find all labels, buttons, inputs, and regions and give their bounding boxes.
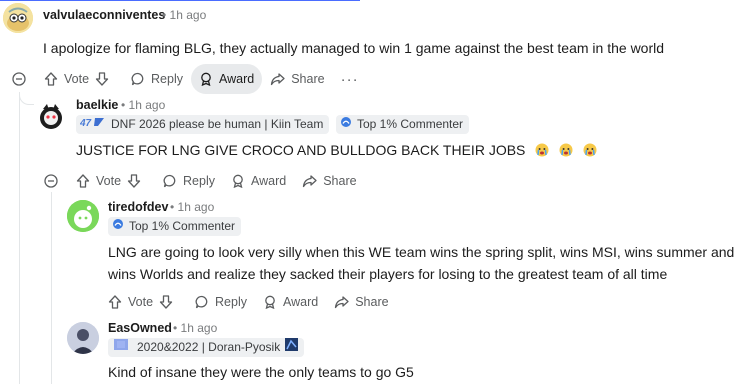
crying-emoji-icon (583, 141, 597, 163)
comment-timestamp: • 1h ago (173, 321, 218, 335)
team-logo-icon (112, 338, 132, 357)
comment-actions: Vote Reply Award Share (68, 166, 365, 196)
comment-body: I apologize for flaming BLG, they actual… (43, 40, 665, 56)
top-commenter-icon (340, 115, 352, 134)
username[interactable]: tiredofdev (108, 200, 168, 214)
avatar[interactable] (3, 3, 33, 33)
collapse-thread-icon[interactable] (44, 174, 58, 188)
reply-button[interactable]: Reply (155, 166, 223, 196)
snoo-avatar-icon (3, 3, 33, 33)
username[interactable]: EasOwned (108, 321, 172, 335)
share-icon (335, 296, 349, 309)
player-emblem-icon (285, 338, 299, 357)
collapse-thread-icon[interactable] (12, 72, 26, 86)
vote-label: Vote (64, 72, 90, 86)
award-button[interactable]: Award (191, 64, 263, 94)
reply-button[interactable]: Reply (123, 64, 191, 94)
comment-timestamp: • 1h ago (170, 200, 215, 214)
comment-body-line: LNG are going to look very silly when th… (108, 244, 735, 260)
flair-text: 2020&2022 | Doran-Pyosik (137, 340, 281, 354)
comment-actions: Vote Reply Award Share (100, 287, 397, 317)
share-button[interactable]: Share (294, 166, 364, 196)
share-icon (271, 73, 285, 86)
upvote-icon[interactable] (108, 295, 122, 309)
comment-body: JUSTICE FOR LNG GIVE CROCO AND BULLDOG B… (76, 139, 597, 163)
share-icon (303, 175, 317, 188)
vote-control: Vote (68, 166, 155, 196)
thread-line-1 (19, 92, 20, 384)
top-commenter-icon (112, 217, 124, 236)
svg-text:47: 47 (80, 118, 92, 128)
team-logo-icon: 47 (79, 115, 106, 134)
top-commenter-badge: Top 1% Commenter (108, 217, 242, 236)
comment-actions: Vote Reply Award Share ··· (36, 64, 367, 94)
profile-photo-icon (67, 322, 99, 354)
vote-label: Vote (96, 174, 122, 188)
crying-emoji-icon (535, 141, 549, 163)
top-accent-line (0, 0, 360, 1)
vote-control: Vote (100, 287, 187, 317)
flair-text: DNF 2026 please be human | Kiin Team (111, 117, 324, 131)
username[interactable]: valvulaeconniventes (43, 8, 165, 22)
comment-timestamp: • 1h ago (162, 8, 207, 22)
comment-body-line: wins Worlds and realize they sacked thei… (108, 266, 668, 282)
snoo-avatar-icon (67, 200, 99, 232)
avatar[interactable] (67, 200, 99, 232)
comment-timestamp: • 1h ago (121, 98, 166, 112)
comment-body: Kind of insane they were the only teams … (108, 364, 414, 380)
award-button[interactable]: Award (255, 287, 326, 317)
award-button[interactable]: Award (223, 166, 294, 196)
comment-body: LNG are going to look very silly when th… (108, 241, 748, 285)
more-options-button[interactable]: ··· (333, 64, 367, 94)
downvote-icon[interactable] (95, 72, 109, 86)
user-flair: 2020&2022 | Doran-Pyosik (108, 338, 305, 357)
share-button[interactable]: Share (262, 64, 332, 94)
avatar[interactable] (35, 100, 67, 132)
upvote-icon[interactable] (44, 72, 58, 86)
reply-button[interactable]: Reply (187, 287, 255, 317)
username[interactable]: baelkie (76, 98, 118, 112)
vote-label: Vote (128, 295, 154, 309)
downvote-icon[interactable] (159, 295, 173, 309)
vote-control: Vote (36, 64, 123, 94)
thread-line-2 (51, 192, 52, 384)
reply-icon (131, 72, 144, 86)
crying-emoji-icon (559, 141, 573, 163)
upvote-icon[interactable] (76, 174, 90, 188)
award-icon (233, 174, 243, 188)
thread-curve-1 (19, 92, 34, 105)
downvote-icon[interactable] (127, 174, 141, 188)
avatar[interactable] (67, 322, 99, 354)
snoo-avatar-icon (35, 100, 67, 132)
top-commenter-badge: Top 1% Commenter (336, 115, 470, 134)
user-flair: 47 DNF 2026 please be human | Kiin Team (76, 115, 330, 134)
reply-icon (163, 174, 176, 188)
award-icon (201, 72, 211, 86)
award-icon (265, 295, 275, 309)
reply-icon (195, 295, 208, 309)
share-button[interactable]: Share (326, 287, 396, 317)
